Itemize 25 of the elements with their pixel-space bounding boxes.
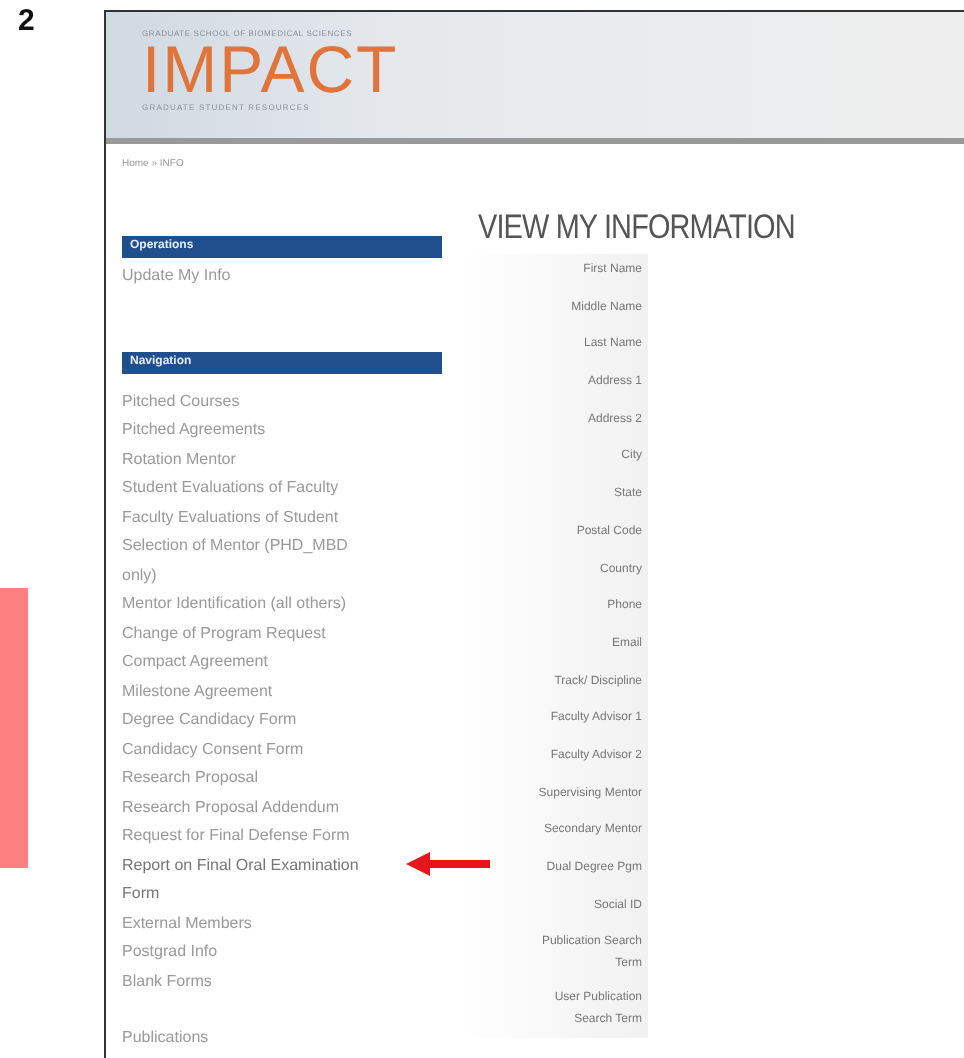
- page-title: VIEW MY INFORMATION: [478, 208, 797, 248]
- sidebar-link[interactable]: Pitched Agreements: [122, 416, 374, 445]
- sidebar-link[interactable]: Pitched Courses: [122, 387, 374, 416]
- site-logo: IMPACT: [142, 38, 401, 102]
- sidebar-link[interactable]: Postgrad Info: [122, 938, 374, 967]
- sidebar-link[interactable]: Milestone Agreement: [122, 677, 374, 706]
- sidebar-link[interactable]: Candidacy Consent Form: [122, 735, 374, 764]
- sidebar-link[interactable]: Report on Final Oral Examination Form: [122, 851, 374, 909]
- sidebar-link[interactable]: Faculty Evaluations of Student: [122, 503, 374, 532]
- sidebar-link[interactable]: External Members: [122, 909, 374, 938]
- sidebar-link[interactable]: Change of Program Request: [122, 619, 374, 648]
- sidebar-link[interactable]: Update My Info: [122, 262, 374, 291]
- pointer-arrow: [406, 851, 490, 875]
- sidebar-link[interactable]: Research Proposal: [122, 764, 374, 793]
- sidebar-link[interactable]: Blank Forms: [122, 967, 374, 996]
- sidebar-link[interactable]: Request for Final Defense Form: [122, 822, 374, 851]
- sidebar-link[interactable]: Research Proposal Addendum: [122, 793, 374, 822]
- sidebar-link[interactable]: Publications: [122, 1024, 374, 1053]
- sidebar-link[interactable]: Rotation Mentor: [122, 445, 374, 474]
- sidebar-link[interactable]: Student Evaluations of Faculty: [122, 474, 374, 503]
- sidebar-link[interactable]: Compact Agreement: [122, 648, 374, 677]
- sidebar-link[interactable]: Selection of Mentor (PHD_MBD only): [122, 532, 374, 590]
- figure-label: 2: [18, 4, 37, 38]
- sidebar-link[interactable]: Mentor Identification (all others): [122, 590, 374, 619]
- sidebar-link[interactable]: Degree Candidacy Form: [122, 706, 374, 735]
